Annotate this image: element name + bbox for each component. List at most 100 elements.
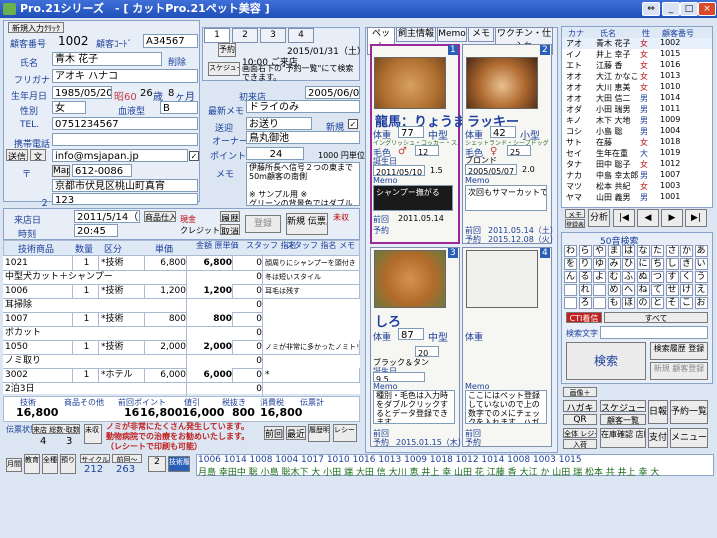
kana-key[interactable]: ん <box>564 271 577 283</box>
new-slip-button[interactable]: 新規 伝票入力 <box>286 213 328 235</box>
table-row-kind[interactable]: *技術 <box>99 340 145 355</box>
gender-select[interactable]: 女 <box>52 101 86 114</box>
table-row-name[interactable]: 耳掃除 <box>3 298 187 313</box>
table-row-qty[interactable]: 1 <box>73 340 99 355</box>
new-customer-button[interactable]: 新規入力ｸﾘｯｸ <box>8 22 64 33</box>
reserve-list-button[interactable]: 予約一覧 <box>670 400 708 424</box>
kana-key[interactable]: き <box>680 258 693 270</box>
kana-key[interactable]: ひ <box>622 258 635 270</box>
reserve-tab-2[interactable]: 2 <box>232 28 258 43</box>
monthly-button[interactable]: 月間 <box>6 458 22 472</box>
kana-key[interactable]: を <box>564 258 577 270</box>
table-row-price[interactable]: 6,800 <box>145 256 187 271</box>
kana-key[interactable]: く <box>680 271 693 283</box>
kana-key[interactable]: つ <box>651 271 664 283</box>
tab-memo[interactable]: メモ <box>468 27 494 42</box>
cycle-button[interactable]: サイクル <box>80 454 110 463</box>
send-button[interactable]: 送信 <box>6 149 28 161</box>
list-item[interactable]: オオ 大田 信二男 1014 <box>562 93 712 104</box>
list-item[interactable]: タナ 田中 聡子女 1012 <box>562 159 712 170</box>
pet-3-age[interactable]: 20 <box>415 346 439 357</box>
table-row-price[interactable]: 800 <box>145 312 187 327</box>
pet-2-weight[interactable]: 42 <box>490 126 516 138</box>
daily-report-button[interactable]: 日報 <box>648 400 668 424</box>
pet-1-memo[interactable]: シャンプー撫がる <box>373 185 453 211</box>
address1-field[interactable]: 京都市伏見区桃山町真宵 <box>52 179 198 192</box>
point-field[interactable]: 24 <box>246 147 304 160</box>
pet-4-memo[interactable]: ここにはペット登録していないので上の数字でのメにチェックを入れます。ハガキ発出と… <box>465 390 547 424</box>
kana-key[interactable]: れ <box>578 284 592 296</box>
kana-key[interactable]: こ <box>680 297 693 309</box>
list-item[interactable]: アオ 青木 花子女 1002 <box>562 38 712 49</box>
table-row-name[interactable]: ノミ取り <box>3 354 187 369</box>
search-history-button[interactable]: 検索履歴 登録 <box>650 342 708 360</box>
unpaid-button[interactable]: 未収 金 <box>84 424 102 444</box>
kana-key[interactable]: へ <box>622 284 635 296</box>
nav-prev-button[interactable]: ◀ <box>637 209 659 227</box>
table-row-qty[interactable]: 1 <box>73 368 99 383</box>
list-item[interactable]: サト 在藤 女 1018 <box>562 137 712 148</box>
kana-key[interactable]: と <box>651 297 664 309</box>
table-row-code[interactable]: 3002 <box>3 368 73 383</box>
address2-field[interactable]: 123 <box>52 193 198 205</box>
kana-key[interactable]: ふ <box>622 271 635 283</box>
tech-history-button[interactable]: 技術履歴 <box>168 456 190 472</box>
kana-key[interactable] <box>593 284 606 296</box>
table-row-memo[interactable]: 冬は短いスタイル <box>263 270 360 285</box>
kana-key[interactable]: わ <box>564 245 577 257</box>
tab-memo-en[interactable]: Memo <box>437 27 467 42</box>
kana-key[interactable]: も <box>607 297 621 309</box>
reserve-tab-1[interactable]: 1 <box>204 28 230 43</box>
tel-field[interactable]: 0751234567 <box>52 117 198 130</box>
email-checkbox[interactable]: ✓ <box>189 151 199 161</box>
table-row-qty[interactable]: 1 <box>73 312 99 327</box>
table-row-name[interactable]: 2泊3日 <box>3 382 187 397</box>
email-field[interactable]: info@msjapan.jp <box>52 149 188 162</box>
kana-key[interactable]: る <box>578 271 592 283</box>
close-button[interactable]: × <box>698 2 716 16</box>
list-item[interactable]: ナカ 中島 幸太郎男 1007 <box>562 170 712 181</box>
kana-key[interactable]: し <box>665 258 679 270</box>
kana-key[interactable]: ほ <box>622 297 635 309</box>
all-button[interactable]: すべて <box>604 312 708 323</box>
restore-button[interactable]: □ <box>680 2 698 16</box>
nav-last-button[interactable]: ▶| <box>685 209 707 227</box>
list-item[interactable]: エト 江藤 香 女 1016 <box>562 60 712 71</box>
kana-key[interactable]: て <box>651 284 664 296</box>
table-row-qty[interactable]: 1 <box>73 284 99 299</box>
list-register-button[interactable]: 登録表示 <box>565 219 585 228</box>
deposit-button[interactable]: 預り伝票 <box>60 454 76 474</box>
list-item[interactable]: オオ 大川 恵美女 1010 <box>562 82 712 93</box>
reserve-button[interactable]: 予約 <box>218 43 236 57</box>
kana-key[interactable]: な <box>636 245 650 257</box>
map-button[interactable]: Map <box>52 165 70 177</box>
blood-select[interactable]: B <box>160 101 198 114</box>
recent-button[interactable]: 最近 <box>286 426 306 440</box>
register-button[interactable]: 登録 <box>245 215 281 233</box>
cash-radio[interactable]: 現金 <box>180 214 196 225</box>
kana-key[interactable]: み <box>607 258 621 270</box>
pet-1-age[interactable]: 12 <box>415 145 439 156</box>
table-row-kind[interactable]: *技術 <box>99 256 145 271</box>
kana-key[interactable]: そ <box>665 297 679 309</box>
nav-next-button[interactable]: ▶ <box>661 209 683 227</box>
kana-key[interactable]: め <box>607 284 621 296</box>
receipt-button[interactable]: レシートおかり <box>333 424 357 442</box>
minimize-button[interactable]: _ <box>662 2 680 16</box>
new-customer-register-button[interactable]: 新規 顧客登録 <box>650 362 708 380</box>
table-row-code[interactable]: 1007 <box>3 312 73 327</box>
table-row-price[interactable]: 1,200 <box>145 284 187 299</box>
kana-key[interactable]: に <box>636 258 650 270</box>
kana-key[interactable]: う <box>694 271 708 283</box>
schedule-list-button[interactable]: スケジュール <box>600 400 646 412</box>
memo2-field[interactable]: 伊藤所長へ信号２つの東まで50m顧客の南側 ※ サンプル用 ※ グリーンの背景色… <box>246 162 360 206</box>
kana-key[interactable]: ね <box>636 284 650 296</box>
table-row-kind[interactable]: *ホテル <box>99 368 145 383</box>
next-button[interactable]: 2 <box>148 456 166 472</box>
table-row-code[interactable]: 1050 <box>3 340 73 355</box>
kana-key[interactable]: ち <box>651 258 664 270</box>
list-item[interactable]: オダ 小田 瑞男男 1011 <box>562 104 712 115</box>
visit-time-field[interactable]: 20:45 <box>74 224 118 237</box>
image-button[interactable]: 画像＋ <box>563 387 597 397</box>
hagaki-button[interactable]: ハガキ <box>563 400 597 412</box>
